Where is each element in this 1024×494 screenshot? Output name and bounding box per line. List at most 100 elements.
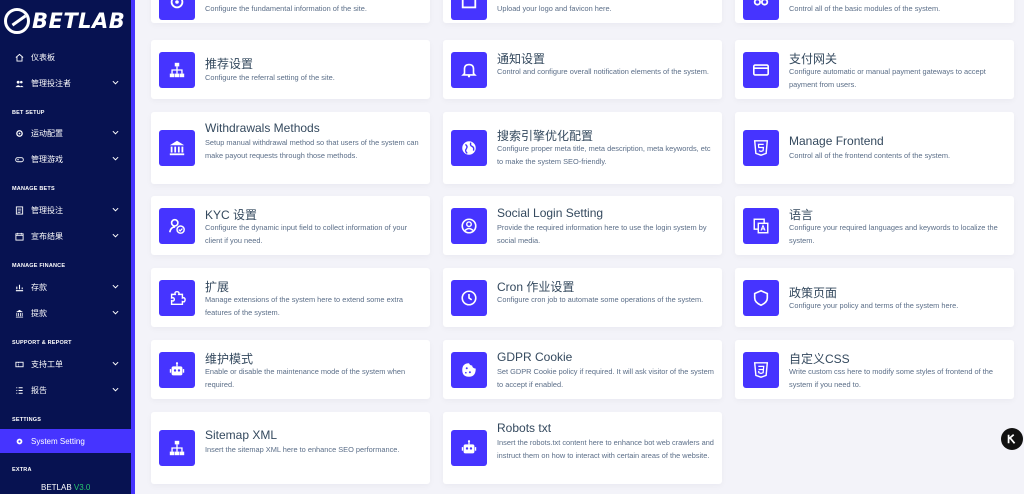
card-description: Setup manual withdrawal method so that u… bbox=[205, 138, 419, 160]
settings-card-maintenance-mode[interactable]: 维护模式 Enable or disable the maintenance m… bbox=[151, 340, 430, 399]
card-description: Manage extensions of the system here to … bbox=[205, 295, 404, 317]
card-description: Configure the fundamental information of… bbox=[205, 4, 367, 13]
chevron-down-icon bbox=[112, 284, 119, 289]
card-description: Set GDPR Cookie policy if required. It w… bbox=[497, 367, 714, 389]
settings-card-robots-txt[interactable]: Robots txt Insert the robots.txt content… bbox=[443, 412, 722, 484]
sidebar-item-sport-config[interactable]: 运动配置 bbox=[0, 121, 131, 145]
settings-card-notification[interactable]: 通知设置 Control and configure overall notif… bbox=[443, 40, 722, 99]
chevron-down-icon bbox=[112, 130, 119, 135]
card-title: 推荐设置 bbox=[205, 57, 254, 71]
card-description: Provide the required information here to… bbox=[497, 223, 707, 245]
language-icon bbox=[753, 218, 769, 234]
settings-card-cron-job[interactable]: Cron 作业设置 Configure cron job to automate… bbox=[443, 268, 722, 327]
globe-icon bbox=[462, 141, 476, 155]
brand-logo[interactable]: BETLAB bbox=[4, 4, 125, 38]
sidebar-item-declare-results[interactable]: 宣布结果 bbox=[0, 224, 131, 248]
section-manage-bets: MANAGE BETS bbox=[12, 186, 55, 192]
card-description: Configure the dynamic input field to col… bbox=[205, 223, 408, 245]
sidebar-scrollbar[interactable] bbox=[131, 0, 135, 494]
toggles-icon bbox=[753, 0, 769, 6]
settings-card-social-login[interactable]: Social Login Setting Provide the require… bbox=[443, 196, 722, 255]
card-description: Configure cron job to automate some oper… bbox=[497, 295, 704, 304]
clock-icon bbox=[461, 290, 477, 306]
card-description: Write custom css here to modify some sty… bbox=[789, 367, 994, 389]
card-icon-box bbox=[159, 130, 195, 166]
card-description: Configure your policy and terms of the s… bbox=[789, 301, 959, 310]
settings-card-logo-favicon[interactable]: Upload your logo and favicon here. bbox=[443, 0, 722, 23]
settings-card-policy-pages[interactable]: 政策页面 Configure your policy and terms of … bbox=[735, 268, 1014, 327]
card-description: Enable or disable the maintenance mode o… bbox=[205, 367, 406, 389]
sidebar-item-reports[interactable]: 报告 bbox=[0, 378, 131, 402]
deposit-icon bbox=[14, 282, 24, 292]
settings-card-seo[interactable]: 搜索引擎优化配置 Configure proper meta title, me… bbox=[443, 112, 722, 184]
card-title: Social Login Setting bbox=[497, 206, 604, 220]
sidebar-item-label: System Setting bbox=[31, 436, 85, 446]
shield-icon bbox=[753, 289, 769, 307]
robot-icon bbox=[461, 440, 477, 454]
sidebar-item-deposits[interactable]: 存款 bbox=[0, 275, 131, 299]
card-description: Configure your required languages and ke… bbox=[789, 223, 998, 245]
card-description: Configure automatic or manual payment ga… bbox=[789, 67, 986, 89]
sidebar-item-label: 宣布结果 bbox=[31, 231, 63, 241]
settings-card-language[interactable]: 语言 Configure your required languages and… bbox=[735, 196, 1014, 255]
card-description: Upload your logo and favicon here. bbox=[497, 4, 612, 13]
sidebar-item-system-setting[interactable]: System Setting bbox=[0, 429, 131, 453]
chevron-down-icon bbox=[112, 387, 119, 392]
settings-card-system-config[interactable]: Control all of the basic modules of the … bbox=[735, 0, 1014, 23]
sidebar-item-label: 提款 bbox=[31, 308, 47, 318]
sidebar-item-dashboard[interactable]: 仪表板 bbox=[0, 45, 131, 69]
card-icon-box bbox=[451, 352, 487, 388]
settings-card-payment-gateways[interactable]: 支付网关 Configure automatic or manual payme… bbox=[735, 40, 1014, 99]
settings-card-withdrawal-methods[interactable]: Withdrawals Methods Setup manual withdra… bbox=[151, 112, 430, 184]
settings-card-referral[interactable]: 推荐设置 Configure the referral setting of t… bbox=[151, 40, 430, 99]
card-description: Control all of the basic modules of the … bbox=[789, 4, 941, 13]
ticket-icon bbox=[14, 359, 24, 369]
puzzle-icon bbox=[170, 290, 186, 306]
sidebar-item-support-tickets[interactable]: 支持工单 bbox=[0, 352, 131, 376]
card-icon-box bbox=[159, 52, 195, 88]
sidebar-item-label: 存款 bbox=[31, 282, 47, 292]
card-description: Control all of the frontend contents of … bbox=[789, 151, 951, 160]
bank-icon bbox=[169, 140, 185, 156]
card-icon-box bbox=[159, 208, 195, 244]
sidebar-item-label: 管理投注者 bbox=[31, 78, 71, 88]
card-icon-box bbox=[451, 52, 487, 88]
card-description: Insert the sitemap XML here to enhance S… bbox=[205, 445, 400, 454]
card-description: Configure proper meta title, meta descri… bbox=[497, 144, 711, 166]
settings-card-general[interactable]: Configure the fundamental information of… bbox=[151, 0, 430, 23]
section-settings: SETTINGS bbox=[12, 417, 42, 423]
section-extra: EXTRA bbox=[12, 467, 32, 473]
chevron-down-icon bbox=[112, 156, 119, 161]
section-manage-finance: MANAGE FINANCE bbox=[12, 263, 66, 269]
settings-card-gdpr-cookie[interactable]: GDPR Cookie Set GDPR Cookie policy if re… bbox=[443, 340, 722, 399]
card-icon-box bbox=[451, 130, 487, 166]
settings-card-kyc[interactable]: KYC 设置 Configure the dynamic input field… bbox=[151, 196, 430, 255]
chevron-down-icon bbox=[112, 310, 119, 315]
card-icon-box bbox=[159, 352, 195, 388]
card-icon-box bbox=[743, 52, 779, 88]
card-icon-box bbox=[743, 130, 779, 166]
settings-card-sitemap-xml[interactable]: Sitemap XML Insert the sitemap XML here … bbox=[151, 412, 430, 484]
sidebar-item-label: 仪表板 bbox=[31, 52, 55, 62]
sidebar-item-withdrawals[interactable]: 提款 bbox=[0, 301, 131, 325]
card-icon-box bbox=[451, 280, 487, 316]
settings-card-custom-css[interactable]: 自定义CSS Write custom css here to modify s… bbox=[735, 340, 1014, 399]
sidebar-item-manage-bets[interactable]: 管理投注 bbox=[0, 198, 131, 222]
sidebar-item-manage-games[interactable]: 管理游戏 bbox=[0, 147, 131, 171]
settings-card-manage-frontend[interactable]: Manage Frontend Control all of the front… bbox=[735, 112, 1014, 184]
sidebar-item-label: 报告 bbox=[31, 385, 47, 395]
chevron-down-icon bbox=[112, 361, 119, 366]
sitemap-icon bbox=[169, 62, 185, 78]
floating-help-button[interactable] bbox=[1001, 428, 1023, 450]
sidebar-item-manage-bettors[interactable]: 管理投注者 bbox=[0, 71, 131, 95]
users-icon bbox=[14, 78, 24, 88]
card-title: GDPR Cookie bbox=[497, 350, 573, 364]
sidebar-item-label: 管理投注 bbox=[31, 205, 63, 215]
home-icon bbox=[14, 52, 24, 62]
settings-card-extensions[interactable]: 扩展 Manage extensions of the system here … bbox=[151, 268, 430, 327]
user-check-icon bbox=[169, 218, 185, 234]
calendar-icon bbox=[14, 231, 24, 241]
card-icon-box bbox=[743, 208, 779, 244]
robot-icon bbox=[169, 362, 185, 376]
card-title: Manage Frontend bbox=[789, 134, 884, 148]
